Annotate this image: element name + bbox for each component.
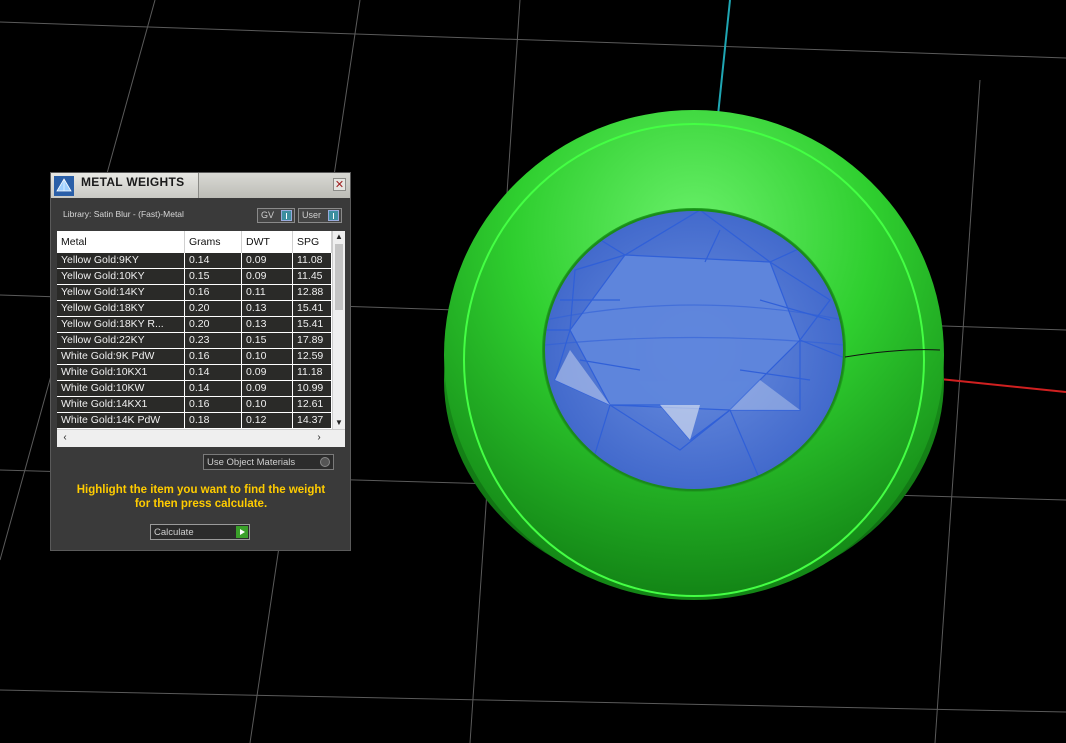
table-row[interactable]: Yellow Gold:22KY 0.23 0.15 17.89 — [57, 333, 332, 349]
cell-spg: 11.08 — [293, 253, 332, 268]
table-header: Metal Grams DWT SPG — [57, 231, 332, 253]
table-row[interactable]: Yellow Gold:9KY 0.14 0.09 11.08 — [57, 253, 332, 269]
cell-grams: 0.20 — [185, 317, 242, 332]
cell-metal: Yellow Gold:10KY — [57, 269, 185, 284]
cell-grams: 0.23 — [185, 333, 242, 348]
cell-metal: White Gold:10KW — [57, 381, 185, 396]
cell-spg: 11.45 — [293, 269, 332, 284]
library-label: Library: Satin Blur - (Fast)-Metal — [63, 209, 184, 219]
cell-spg: 12.88 — [293, 285, 332, 300]
horizontal-scrollbar[interactable]: ‹ › — [57, 429, 345, 447]
scroll-thumb[interactable] — [335, 244, 343, 310]
cell-grams: 0.15 — [185, 269, 242, 284]
panel-title: METAL WEIGHTS — [81, 175, 185, 189]
use-object-materials-label: Use Object Materials — [207, 457, 296, 468]
cell-grams: 0.14 — [185, 381, 242, 396]
cell-spg: 12.59 — [293, 349, 332, 364]
y-axis-line — [717, 0, 731, 116]
table-row[interactable]: Yellow Gold:18KY 0.20 0.13 15.41 — [57, 301, 332, 317]
cell-metal: Yellow Gold:18KY R... — [57, 317, 185, 332]
cell-spg: 11.18 — [293, 365, 332, 380]
scroll-left-icon[interactable]: ‹ — [59, 432, 71, 444]
cell-dwt: 0.10 — [242, 397, 293, 412]
cell-dwt: 0.09 — [242, 269, 293, 284]
instruction-text: Highlight the item you want to find the … — [61, 483, 341, 511]
metal-table: Metal Grams DWT SPG Yellow Gold:9KY 0.14 0… — [57, 231, 345, 447]
gv-toggle-label: GV — [261, 210, 275, 220]
cell-grams: 0.14 — [185, 365, 242, 380]
cell-dwt: 0.10 — [242, 349, 293, 364]
cell-dwt: 0.09 — [242, 253, 293, 268]
cell-metal: White Gold:9K PdW — [57, 349, 185, 364]
cell-spg: 12.61 — [293, 397, 332, 412]
cell-grams: 0.14 — [185, 253, 242, 268]
radio-icon[interactable] — [320, 457, 330, 467]
play-icon[interactable] — [236, 526, 248, 538]
table-row[interactable]: White Gold:9K PdW 0.16 0.10 12.59 — [57, 349, 332, 365]
cell-spg: 15.41 — [293, 301, 332, 316]
cell-metal: White Gold:14K PdW — [57, 413, 185, 428]
cell-dwt: 0.11 — [242, 285, 293, 300]
cell-grams: 0.16 — [185, 285, 242, 300]
scroll-right-icon[interactable]: › — [313, 432, 325, 444]
panel-title-tab[interactable]: METAL WEIGHTS — [51, 173, 199, 198]
cell-metal: White Gold:10KX1 — [57, 365, 185, 380]
x-axis-line — [929, 377, 1066, 393]
calculate-button[interactable]: Calculate — [150, 524, 250, 540]
column-header-spg[interactable]: SPG — [293, 231, 332, 253]
cell-grams: 0.18 — [185, 413, 242, 428]
cell-dwt: 0.13 — [242, 301, 293, 316]
cell-metal: Yellow Gold:22KY — [57, 333, 185, 348]
table-row[interactable]: Yellow Gold:14KY 0.16 0.11 12.88 — [57, 285, 332, 301]
cell-spg: 14.37 — [293, 413, 332, 428]
table-row[interactable]: White Gold:14K PdW 0.18 0.12 14.37 — [57, 413, 332, 429]
cell-metal: Yellow Gold:18KY — [57, 301, 185, 316]
toggle-knob-icon — [328, 210, 339, 221]
calculate-label: Calculate — [154, 527, 194, 538]
table-row[interactable]: Yellow Gold:18KY R... 0.20 0.13 15.41 — [57, 317, 332, 333]
gv-toggle[interactable]: GV — [257, 208, 295, 223]
cell-grams: 0.16 — [185, 397, 242, 412]
use-object-materials-option[interactable]: Use Object Materials — [203, 454, 334, 470]
cell-grams: 0.16 — [185, 349, 242, 364]
cell-dwt: 0.09 — [242, 381, 293, 396]
cell-metal: White Gold:14KX1 — [57, 397, 185, 412]
cell-dwt: 0.13 — [242, 317, 293, 332]
cell-spg: 17.89 — [293, 333, 332, 348]
cell-dwt: 0.09 — [242, 365, 293, 380]
cell-grams: 0.20 — [185, 301, 242, 316]
toggle-knob-icon — [281, 210, 292, 221]
metal-weights-panel: METAL WEIGHTS ✕ Library: Satin Blur - (F… — [50, 172, 351, 551]
cell-spg: 10.99 — [293, 381, 332, 396]
scroll-down-icon[interactable]: ▼ — [333, 417, 345, 429]
scroll-up-icon[interactable]: ▲ — [333, 231, 345, 243]
table-row[interactable]: White Gold:10KW 0.14 0.09 10.99 — [57, 381, 332, 397]
table-row[interactable]: White Gold:10KX1 0.14 0.09 11.18 — [57, 365, 332, 381]
gem-app-icon — [54, 176, 74, 196]
cell-metal: Yellow Gold:14KY — [57, 285, 185, 300]
panel-titlebar[interactable]: METAL WEIGHTS ✕ — [51, 173, 350, 198]
column-header-metal[interactable]: Metal — [57, 231, 185, 253]
user-toggle-label: User — [302, 210, 322, 220]
vertical-scrollbar[interactable]: ▲ ▼ — [332, 231, 345, 429]
table-row[interactable]: White Gold:14KX1 0.16 0.10 12.61 — [57, 397, 332, 413]
close-icon[interactable]: ✕ — [333, 178, 346, 191]
table-body: Yellow Gold:9KY 0.14 0.09 11.08 Yellow Gold:… — [57, 253, 332, 429]
cell-spg: 15.41 — [293, 317, 332, 332]
table-row[interactable]: Yellow Gold:10KY 0.15 0.09 11.45 — [57, 269, 332, 285]
instruction-line-2: for then press calculate. — [134, 498, 268, 510]
cell-metal: Yellow Gold:9KY — [57, 253, 185, 268]
user-toggle[interactable]: User — [298, 208, 342, 223]
cell-dwt: 0.15 — [242, 333, 293, 348]
column-header-dwt[interactable]: DWT — [242, 231, 293, 253]
column-header-grams[interactable]: Grams — [185, 231, 242, 253]
instruction-line-1: Highlight the item you want to find the … — [76, 484, 326, 496]
cell-dwt: 0.12 — [242, 413, 293, 428]
